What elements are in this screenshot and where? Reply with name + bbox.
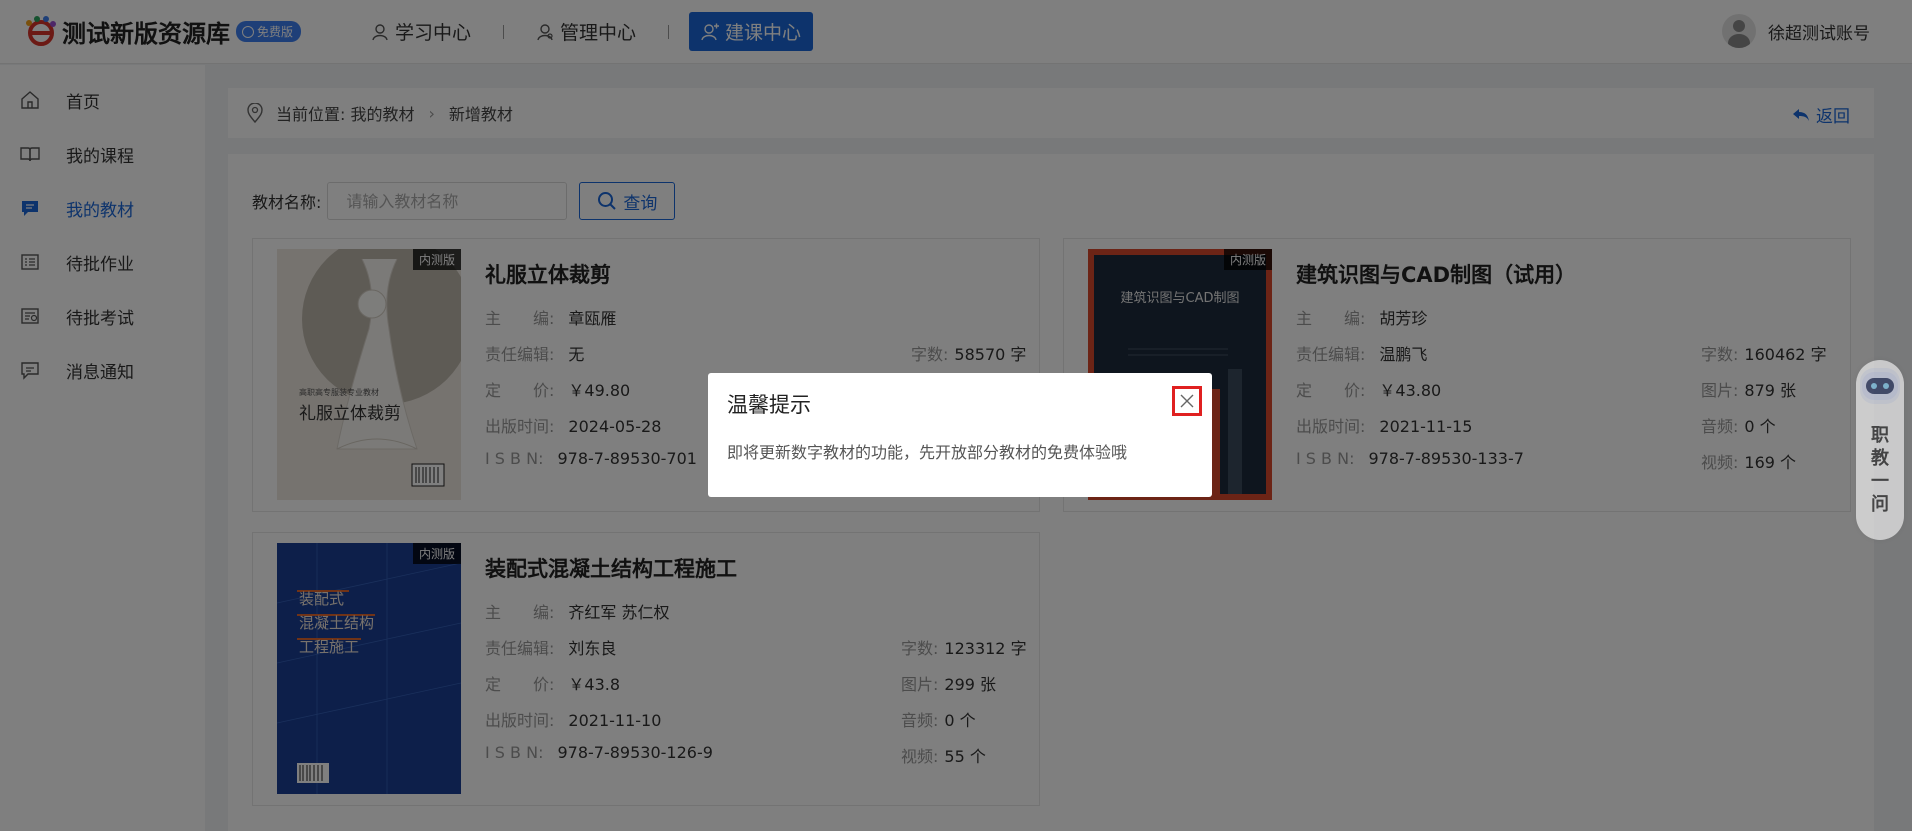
notice-dialog: 温馨提示 即将更新数字教材的功能，先开放部分教材的免费体验哦 <box>708 373 1212 497</box>
dialog-message: 即将更新数字教材的功能，先开放部分教材的免费体验哦 <box>727 443 1128 462</box>
ai-assistant-widget[interactable]: 职教一问 <box>1856 360 1904 540</box>
dialog-title: 温馨提示 <box>727 393 811 417</box>
close-icon <box>1180 394 1194 408</box>
robot-label: 职教一问 <box>1871 425 1889 515</box>
dialog-close-button[interactable] <box>1172 386 1202 416</box>
robot-icon <box>1860 368 1900 404</box>
